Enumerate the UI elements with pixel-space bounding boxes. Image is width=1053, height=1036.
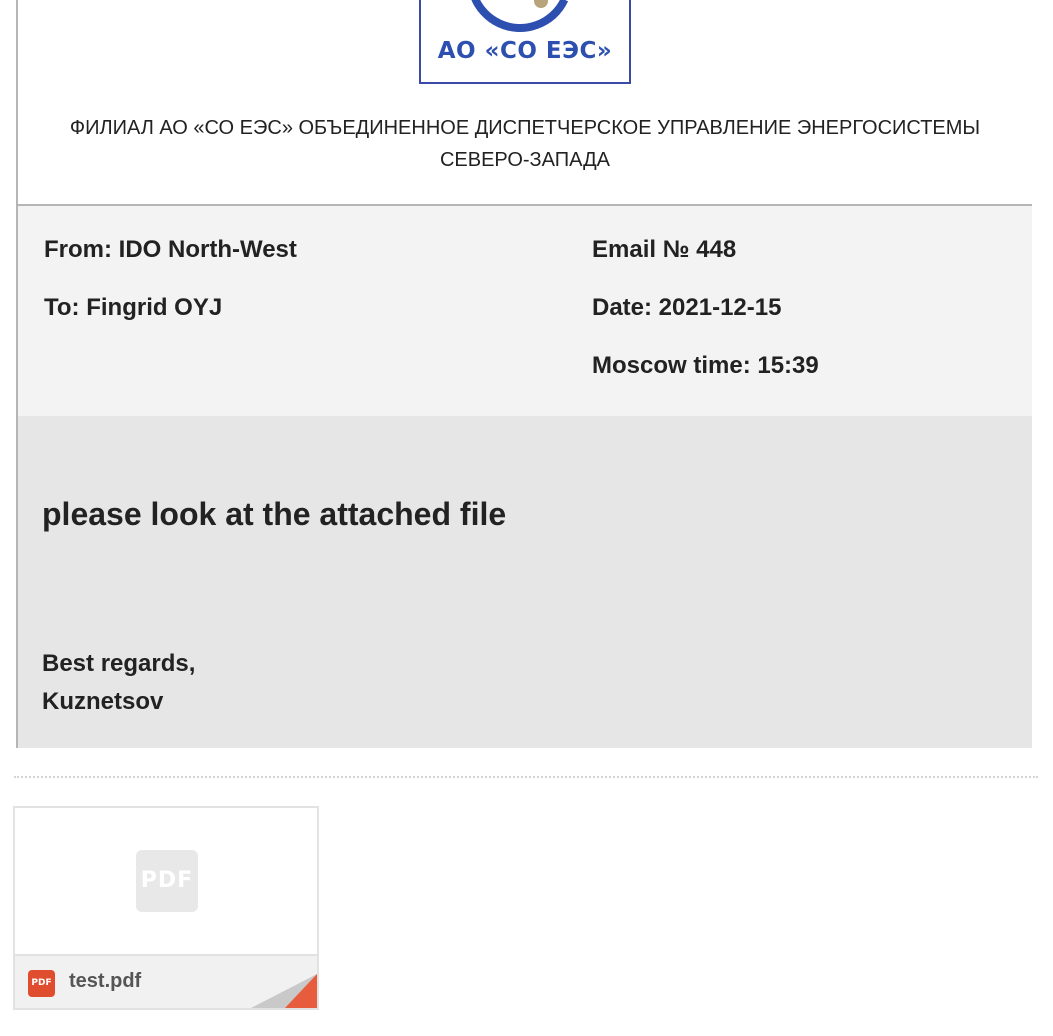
- pdf-file-icon: PDF: [28, 970, 55, 997]
- page-fold-corner: [251, 974, 317, 1008]
- signature-greeting: Best regards,: [42, 650, 196, 677]
- email-header: АО «СО ЕЭС» ФИЛИАЛ АО «СО ЕЭС» ОБЪЕДИНЕН…: [18, 0, 1032, 204]
- pdf-preview-icon: PDF: [136, 850, 198, 912]
- attachments-separator: [14, 776, 1038, 778]
- signature-name: Kuznetsov: [42, 688, 164, 715]
- from-field: From: IDO North-West: [44, 236, 297, 263]
- email-meta: From: IDO North-West To: Fingrid OYJ Ema…: [18, 206, 1032, 416]
- to-field: To: Fingrid OYJ: [44, 294, 223, 321]
- attachment-file-name[interactable]: test.pdf: [69, 970, 141, 993]
- date-field: Date: 2021-12-15: [592, 294, 782, 321]
- email-body: please look at the attached file Best re…: [18, 416, 1032, 748]
- company-logo: АО «СО ЕЭС»: [419, 0, 631, 84]
- email-card: АО «СО ЕЭС» ФИЛИАЛ АО «СО ЕЭС» ОБЪЕДИНЕН…: [16, 0, 1032, 748]
- message-text: please look at the attached file: [42, 496, 507, 532]
- attachment-preview[interactable]: PDF: [15, 808, 317, 954]
- organization-name: ФИЛИАЛ АО «СО ЕЭС» ОБЪЕДИНЕННОЕ ДИСПЕТЧЕ…: [69, 117, 981, 171]
- logo-text: АО «СО ЕЭС»: [437, 38, 613, 64]
- email-number: Email № 448: [592, 236, 737, 263]
- attachment-card[interactable]: PDF PDF test.pdf: [13, 806, 319, 1010]
- moscow-time-field: Moscow time: 15:39: [592, 352, 819, 379]
